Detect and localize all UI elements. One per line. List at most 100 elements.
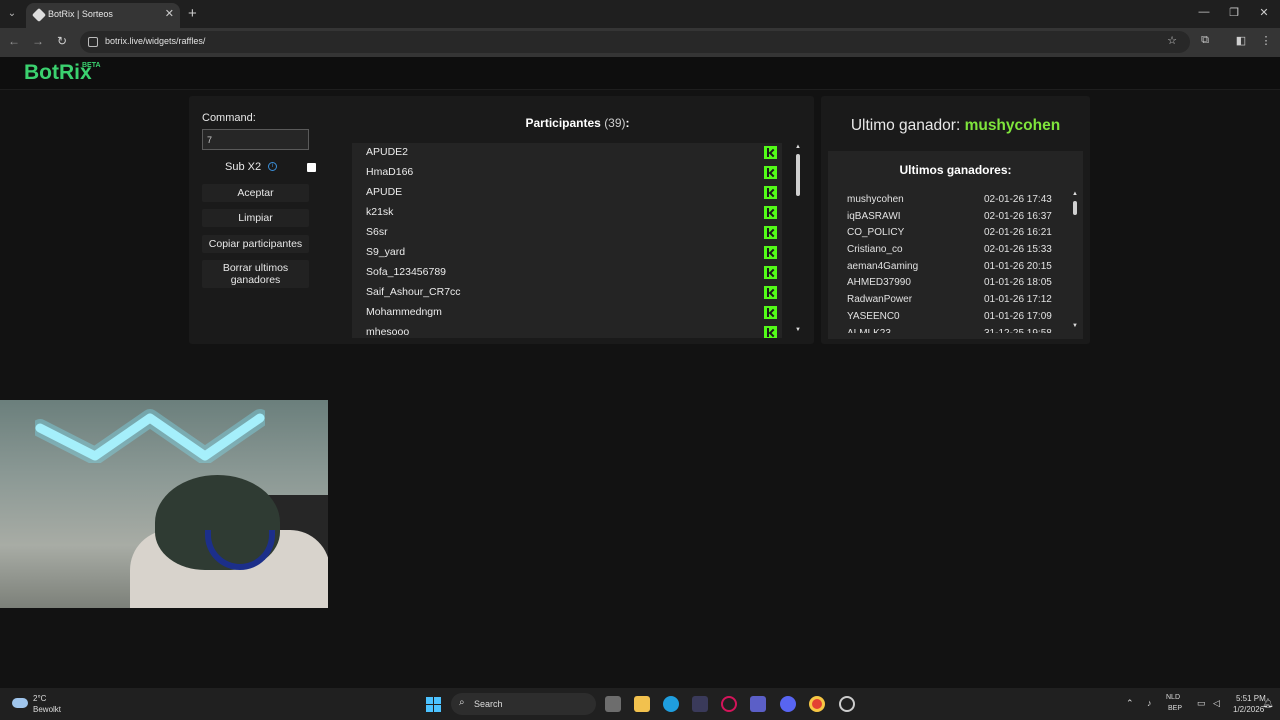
network-icon[interactable]: ▭ (1197, 698, 1206, 709)
winner-date: 01-01-26 17:12 (984, 294, 1052, 306)
scroll-up-arrow[interactable]: ▲ (794, 144, 802, 150)
app-icon[interactable] (750, 696, 766, 712)
store-icon[interactable] (692, 696, 708, 712)
participant-name: S6sr (366, 226, 388, 238)
browser-tabstrip: ⌄ BotRix | Sorteos ✕ + — ❐ ✕ (0, 0, 1280, 28)
weather-temperature[interactable]: 2°C (33, 694, 46, 703)
menu-kebab-icon[interactable]: ⋮ (1258, 34, 1274, 47)
participant-name: APUDE (366, 186, 403, 198)
clock-date[interactable]: 1/2/2026 (1233, 705, 1264, 714)
participants-scrollbar[interactable]: ▲ ▼ (794, 144, 802, 338)
winner-row: RadwanPower 01-01-26 17:12 (828, 292, 1074, 309)
participant-row: APUDE2 (352, 143, 782, 163)
plus-icon[interactable]: + (188, 5, 197, 22)
winner-name: RadwanPower (847, 294, 913, 306)
scroll-thumb[interactable] (1073, 201, 1077, 215)
botrix-favicon-icon (31, 7, 47, 23)
command-input[interactable] (202, 129, 309, 150)
tab-search-icon[interactable]: ⌄ (4, 6, 20, 22)
winner-row: Cristiano_co 02-01-26 15:33 (828, 242, 1074, 259)
volume-icon[interactable]: ◁ (1213, 698, 1220, 709)
accept-button[interactable]: Aceptar (202, 184, 309, 202)
minimize-button[interactable]: — (1194, 6, 1214, 18)
info-icon[interactable]: i (268, 162, 277, 171)
browser-toolbar: ← → ↻ botrix.live/widgets/raffles/ ☆ ⧉ ◧… (0, 28, 1280, 57)
back-arrow-icon[interactable]: ← (6, 34, 22, 48)
recent-winners-box: Ultimos ganadores: mushycohen 02-01-26 17… (828, 151, 1083, 339)
weather-description[interactable]: Bewolkt (33, 705, 61, 714)
task-view-icon[interactable] (605, 696, 621, 712)
winner-date: 31-12-25 19:58 (984, 327, 1052, 334)
settings-gear-icon[interactable] (839, 696, 855, 712)
last-winner-heading: Ultimo ganador: mushycohen (821, 117, 1090, 135)
keyboard-layout-indicator[interactable]: BEP (1168, 705, 1182, 712)
kick-icon (764, 326, 777, 338)
winner-date: 02-01-26 16:21 (984, 227, 1052, 239)
edge-icon[interactable] (663, 696, 679, 712)
winner-name: iqBASRAWI (847, 210, 901, 222)
restore-button[interactable]: ❐ (1224, 6, 1244, 19)
command-label: Command: (202, 112, 256, 124)
address-bar[interactable]: botrix.live/widgets/raffles/ (80, 31, 1190, 53)
profile-icon[interactable]: ◧ (1233, 34, 1249, 47)
windows-taskbar: 2°C Bewolkt ⌕ Search ⌃ ♪ NLD BEP ▭ ◁ 5:5… (0, 688, 1280, 720)
winner-row: ALMLK23 31-12-25 19:58 (828, 326, 1074, 334)
participant-row: HmaD166 (352, 163, 782, 183)
winner-row: AHMED37990 01-01-26 18:05 (828, 275, 1074, 292)
file-explorer-icon[interactable] (634, 696, 650, 712)
opera-icon[interactable] (721, 696, 737, 712)
winner-name: ALMLK23 (847, 327, 891, 334)
kick-icon (764, 166, 777, 179)
sub-x2-checkbox[interactable] (307, 163, 316, 172)
chrome-icon[interactable] (809, 696, 825, 712)
forward-arrow-icon[interactable]: → (30, 34, 46, 48)
winner-row: YASEENC0 01-01-26 17:09 (828, 309, 1074, 326)
scroll-down-arrow[interactable]: ▼ (794, 327, 802, 333)
winner-name: CO_POLICY (847, 227, 905, 239)
taskbar-search[interactable]: ⌕ Search (451, 693, 596, 715)
windows-start-icon[interactable] (426, 697, 441, 712)
scroll-down-arrow[interactable]: ▼ (1071, 323, 1079, 329)
search-placeholder: Search (474, 699, 503, 709)
kick-icon (764, 226, 777, 239)
extensions-icon[interactable]: ⧉ (1197, 34, 1213, 47)
clear-button[interactable]: Limpiar (202, 209, 309, 227)
scroll-up-arrow[interactable]: ▲ (1071, 191, 1079, 197)
recent-winners-list[interactable]: mushycohen 02-01-26 17:43 iqBASRAWI 02-01-2… (828, 192, 1074, 333)
participant-row: mhesooo (352, 323, 782, 338)
delete-winners-button[interactable]: Borrar ultimos ganadores (202, 260, 309, 288)
participant-name: HmaD166 (366, 166, 414, 178)
participant-row: Mohammedngm (352, 303, 782, 323)
kick-icon (764, 146, 777, 159)
participant-name: Mohammedngm (366, 306, 442, 318)
winner-row: CO_POLICY 02-01-26 16:21 (828, 225, 1074, 242)
close-window-button[interactable]: ✕ (1254, 6, 1274, 19)
winner-name: Cristiano_co (847, 244, 903, 256)
participant-name: mhesooo (366, 326, 410, 338)
participant-row: S6sr (352, 223, 782, 243)
notifications-icon[interactable]: 🔔︎ (1262, 698, 1273, 709)
copy-participants-button[interactable]: Copiar participantes (202, 235, 309, 253)
winner-name: mushycohen (847, 194, 904, 205)
scroll-thumb[interactable] (796, 154, 800, 196)
winners-panel: Ultimo ganador: mushycohen Ultimos ganad… (821, 96, 1090, 344)
recent-winners-title: Ultimos ganadores: (899, 163, 1012, 177)
site-info-icon[interactable] (88, 37, 98, 47)
reload-icon[interactable]: ↻ (54, 34, 70, 48)
winners-scrollbar[interactable]: ▲ ▼ (1071, 191, 1079, 334)
close-tab-icon[interactable]: ✕ (165, 7, 174, 20)
participant-name: k21sk (366, 206, 394, 218)
microphone-icon[interactable]: ♪ (1147, 698, 1152, 708)
cloud-icon[interactable] (12, 698, 28, 708)
participant-row: Saif_Ashour_CR7cc (352, 283, 782, 303)
winner-row: mushycohen 02-01-26 17:43 (828, 192, 1074, 209)
browser-tab[interactable]: BotRix | Sorteos ✕ (26, 3, 180, 28)
discord-icon[interactable] (780, 696, 796, 712)
kick-icon (764, 266, 777, 279)
url-text[interactable]: botrix.live/widgets/raffles/ (105, 36, 205, 46)
winner-name: YASEENC0 (847, 310, 900, 322)
participants-list[interactable]: APUDE2 HmaD166 APUDE k21sk S6sr S9_yard Sofa_1… (352, 143, 782, 338)
chevron-up-icon[interactable]: ⌃ (1126, 698, 1134, 709)
star-icon[interactable]: ☆ (1164, 34, 1180, 47)
language-indicator[interactable]: NLD (1166, 694, 1180, 701)
